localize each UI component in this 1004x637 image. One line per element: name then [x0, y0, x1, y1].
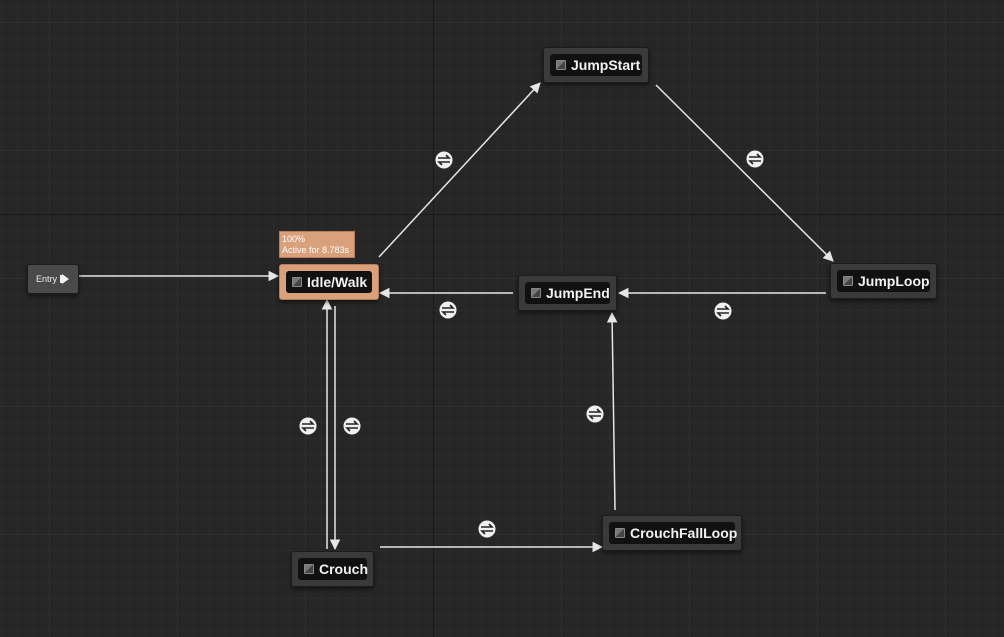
state-crouch[interactable]: Crouch	[291, 551, 374, 587]
state-label-pill: JumpStart	[550, 54, 642, 76]
tooltip-weight: 100%	[282, 234, 306, 244]
state-label-pill: Crouch	[298, 558, 368, 580]
tooltip-active-time: Active for 8.783s	[282, 245, 350, 255]
entry-label: Entry	[36, 274, 58, 284]
state-name: JumpEnd	[546, 285, 610, 301]
state-label-pill: JumpEnd	[525, 282, 610, 304]
state-label-pill: Idle/Walk	[286, 271, 372, 293]
state-name: Crouch	[319, 561, 368, 577]
active-state-tooltip: 100% Active for 8.783s	[279, 231, 355, 258]
transition-rule-icon[interactable]	[745, 149, 765, 169]
state-jump-start[interactable]: JumpStart	[543, 47, 649, 83]
transition-graph	[79, 82, 834, 553]
state-icon	[556, 60, 566, 70]
transition-rule-icon[interactable]	[585, 404, 605, 424]
state-crouch-fall-loop[interactable]: CrouchFallLoop	[602, 515, 742, 551]
transition-idlewalk-to-jumpstart[interactable]	[378, 82, 541, 258]
state-name: Idle/Walk	[307, 274, 368, 290]
transition-crouchfallloop-to-jumpend[interactable]	[606, 311, 618, 511]
state-jump-loop[interactable]: JumpLoop	[830, 263, 937, 299]
state-label-pill: JumpLoop	[837, 270, 930, 292]
state-icon	[292, 277, 302, 287]
state-jump-end[interactable]: JumpEnd	[518, 275, 617, 311]
state-name: CrouchFallLoop	[630, 525, 738, 541]
entry-node[interactable]: Entry	[27, 264, 79, 294]
transition-rule-icon[interactable]	[298, 416, 318, 436]
transition-rule-icon[interactable]	[342, 416, 362, 436]
transition-rule-icon[interactable]	[713, 301, 733, 321]
transition-rule-icon[interactable]	[438, 300, 458, 320]
state-idle-walk[interactable]: Idle/Walk	[279, 264, 379, 300]
state-label-pill: CrouchFallLoop	[609, 522, 738, 544]
transition-jumpstart-to-jumploop[interactable]	[655, 84, 834, 262]
state-name: JumpLoop	[858, 273, 930, 289]
transition-rule-icon[interactable]	[434, 150, 454, 170]
state-name: JumpStart	[571, 57, 641, 73]
state-icon	[615, 528, 625, 538]
state-icon	[843, 276, 853, 286]
state-icon	[531, 288, 541, 298]
entry-arrow-icon	[60, 274, 70, 284]
transition-rule-icon[interactable]	[477, 519, 497, 539]
state-icon	[304, 564, 314, 574]
